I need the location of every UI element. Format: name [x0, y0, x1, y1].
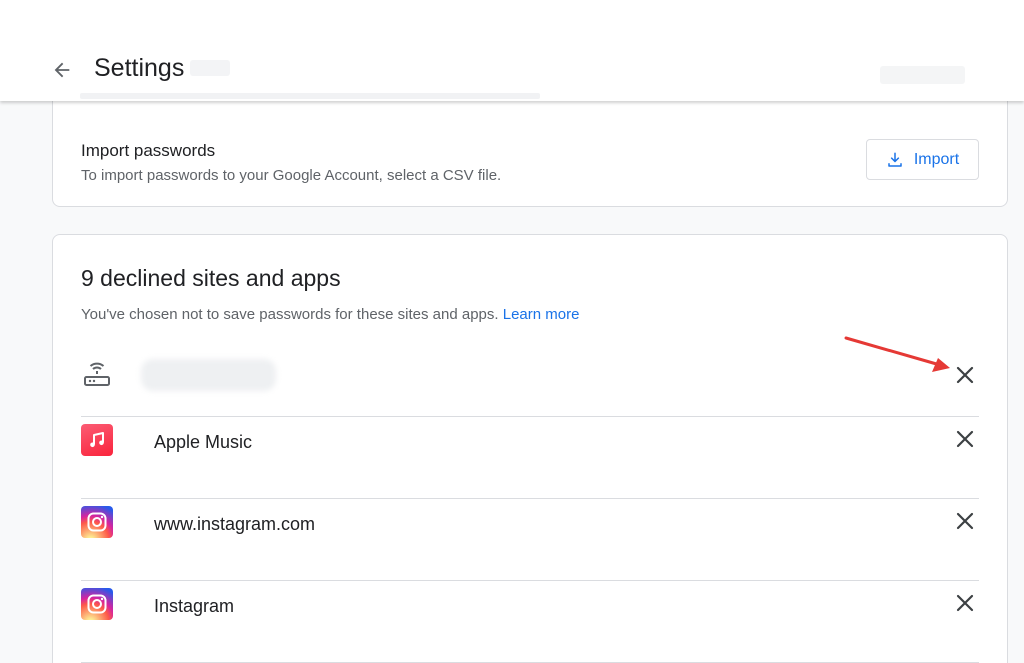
remove-button[interactable] — [951, 507, 979, 535]
close-icon — [956, 594, 974, 612]
import-passwords-title: Import passwords — [81, 141, 216, 160]
remove-button[interactable] — [951, 589, 979, 617]
learn-more-link[interactable]: Learn more — [503, 306, 580, 323]
scrolled-content-ghost — [80, 93, 540, 99]
remove-button[interactable] — [951, 425, 979, 453]
router-icon — [81, 359, 113, 391]
import-button[interactable]: Import — [866, 139, 979, 180]
top-app-bar: Settings — [0, 0, 1024, 101]
arrow-back-icon — [54, 62, 70, 78]
declined-site-label: Apple Music — [154, 432, 253, 452]
declined-site-row: Instagram — [81, 581, 979, 663]
instagram-icon — [81, 506, 113, 538]
apple-music-icon — [81, 424, 113, 456]
scrolled-content-ghost — [880, 66, 965, 84]
declined-site-label: Instagram — [154, 596, 235, 616]
declined-site-label: www.instagram.com — [154, 514, 316, 534]
import-passwords-description: To import passwords to your Google Accou… — [81, 167, 502, 184]
declined-sites-card: 9 declined sites and apps You've chosen … — [52, 234, 1008, 663]
close-icon — [956, 430, 974, 448]
import-button-label: Import — [913, 150, 960, 168]
declined-sites-description: You've chosen not to save passwords for … — [81, 306, 579, 323]
blurred-site-name — [141, 359, 276, 391]
back-button[interactable] — [48, 56, 76, 84]
close-icon — [956, 512, 974, 530]
declined-site-row: www.instagram.com — [81, 499, 979, 581]
declined-sites-title: 9 declined sites and apps — [81, 265, 341, 291]
download-icon — [888, 152, 902, 167]
declined-site-row: Apple Music — [81, 417, 979, 499]
scrolled-content-ghost — [190, 60, 230, 76]
instagram-icon — [81, 588, 113, 620]
page-title: Settings — [94, 54, 185, 82]
annotation-arrow-icon — [844, 336, 950, 372]
declined-description-text: You've chosen not to save passwords for … — [81, 306, 499, 323]
